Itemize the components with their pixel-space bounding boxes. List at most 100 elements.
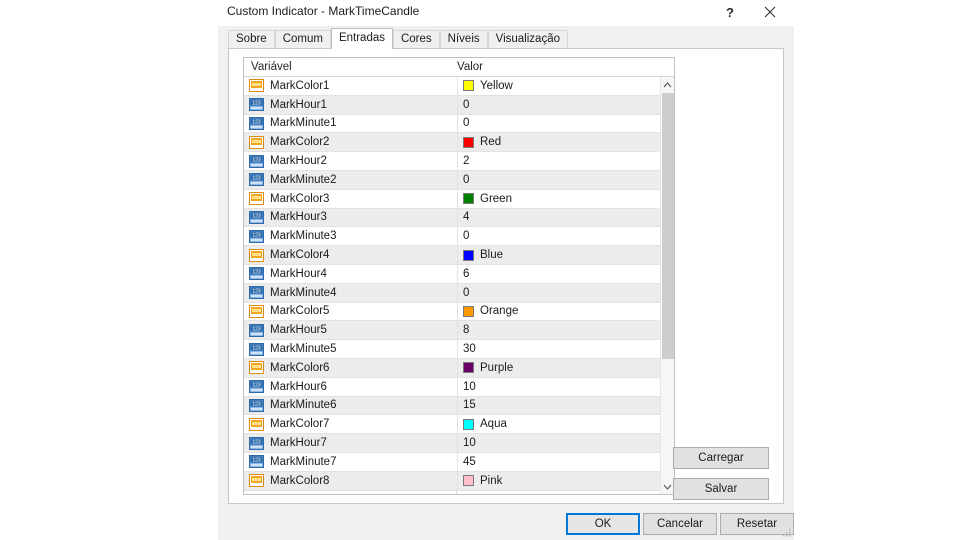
row-variable-label: MarkColor2: [270, 136, 330, 149]
table-row[interactable]: 123 MarkHour5 8: [244, 321, 660, 341]
row-value-cell[interactable]: Pink: [457, 471, 660, 490]
color-swatch-icon: [249, 474, 264, 488]
row-variable-cell: 123 MarkHour1: [244, 96, 456, 114]
table-row[interactable]: 123 MarkHour2 2: [244, 152, 660, 171]
table-row[interactable]: 123 MarkMinute7 45: [244, 452, 660, 472]
table-row[interactable]: 123 MarkHour6 10: [244, 377, 660, 397]
color-swatch-icon: [249, 248, 264, 262]
scroll-up-button[interactable]: [661, 77, 674, 92]
tab-niveis[interactable]: Níveis: [439, 30, 488, 49]
row-value-cell[interactable]: 0: [457, 114, 660, 133]
chevron-up-icon: [663, 81, 672, 87]
row-value-cell[interactable]: Yellow: [457, 77, 660, 95]
table-row[interactable]: 123 MarkHour1 0: [244, 95, 660, 115]
row-value-cell[interactable]: Green: [457, 189, 660, 208]
color-swatch-icon: [249, 79, 264, 93]
number-123-icon: 123: [249, 154, 264, 168]
row-value-cell[interactable]: 45: [457, 452, 660, 471]
table-row[interactable]: MarkColor2 Red: [244, 133, 660, 153]
row-value-cell[interactable]: 10: [457, 434, 660, 452]
svg-text:123: 123: [252, 232, 261, 238]
close-icon: [764, 6, 776, 18]
row-value-text: 10: [463, 437, 476, 450]
grid-vertical-scrollbar[interactable]: [660, 77, 674, 494]
row-value-cell[interactable]: 0: [457, 170, 660, 189]
row-variable-cell: MarkColor8: [244, 472, 456, 490]
row-value-cell[interactable]: 0: [457, 227, 660, 246]
table-row[interactable]: MarkColor1 Yellow: [244, 77, 660, 96]
color-swatch-icon: [249, 79, 264, 93]
row-value-text: 8: [463, 324, 470, 337]
row-variable-cell: 123 MarkHour7: [244, 434, 456, 452]
tab-cores[interactable]: Cores: [392, 30, 440, 49]
table-row[interactable]: 123 MarkMinute3 0: [244, 227, 660, 247]
row-value-cell[interactable]: 15: [457, 396, 660, 415]
row-variable-cell: 123 MarkMinute6: [244, 397, 456, 415]
tab-visualizacao[interactable]: Visualização: [487, 30, 568, 49]
table-row[interactable]: MarkColor7 Aqua: [244, 415, 660, 435]
table-row[interactable]: 123 MarkMinute4 0: [244, 283, 660, 303]
row-value-cell[interactable]: Purple: [457, 358, 660, 377]
svg-text:123: 123: [252, 345, 261, 351]
number-123-icon: 123: [249, 267, 264, 281]
row-variable-label: MarkColor5: [270, 305, 330, 318]
tab-comum[interactable]: Comum: [274, 30, 331, 49]
row-value-cell[interactable]: 8: [457, 321, 660, 340]
table-row[interactable]: 123 MarkMinute2 0: [244, 170, 660, 190]
help-button[interactable]: ?: [712, 0, 748, 24]
color-swatch-icon: [249, 135, 264, 149]
row-variable-cell: MarkColor6: [244, 359, 456, 377]
row-value-cell[interactable]: Blue: [457, 246, 660, 264]
number-123-icon: 123: [249, 323, 264, 337]
table-row[interactable]: MarkColor4 Blue: [244, 246, 660, 265]
table-row[interactable]: MarkColor8 Pink: [244, 471, 660, 491]
row-value-cell[interactable]: 10: [457, 377, 660, 396]
number-123-icon: 123: [249, 229, 264, 243]
color-swatch: [463, 136, 474, 148]
row-value-cell[interactable]: 30: [457, 340, 660, 358]
row-variable-cell: MarkColor7: [244, 415, 456, 433]
resize-grip-icon[interactable]: [782, 528, 792, 538]
row-value-text: 6: [463, 267, 470, 280]
table-row[interactable]: 123 MarkHour3 4: [244, 208, 660, 228]
table-row[interactable]: MarkColor5 Orange: [244, 302, 660, 322]
number-123-icon: 123: [249, 436, 264, 450]
color-swatch-icon: [249, 304, 264, 318]
table-row[interactable]: MarkColor6 Purple: [244, 358, 660, 378]
table-row[interactable]: 123 MarkMinute6 15: [244, 396, 660, 416]
table-row[interactable]: MarkColor3 Green: [244, 189, 660, 209]
svg-text:123: 123: [252, 120, 261, 126]
row-variable-cell: 123 MarkMinute1: [244, 115, 456, 133]
row-variable-label: MarkColor3: [270, 192, 330, 205]
ok-button[interactable]: OK: [566, 513, 640, 535]
row-variable-label: MarkColor6: [270, 361, 330, 374]
table-row[interactable]: 123 MarkHour4 6: [244, 264, 660, 284]
cancel-button[interactable]: Cancelar: [643, 513, 717, 535]
row-variable-label: MarkHour5: [270, 324, 327, 337]
row-value-cell[interactable]: 0: [457, 283, 660, 302]
row-value-cell[interactable]: 2: [457, 152, 660, 170]
row-value-cell[interactable]: Red: [457, 133, 660, 152]
row-variable-label: MarkMinute5: [270, 343, 337, 356]
row-value-cell[interactable]: 4: [457, 208, 660, 227]
row-value-cell[interactable]: Orange: [457, 302, 660, 321]
load-button[interactable]: Carregar: [673, 447, 769, 469]
row-value-cell[interactable]: 6: [457, 264, 660, 283]
tab-entradas[interactable]: Entradas: [330, 28, 393, 49]
number-123-icon: 123: [249, 98, 264, 112]
close-button[interactable]: [752, 0, 788, 24]
tab-strip: Sobre Comum Entradas Cores Níveis Visual…: [228, 28, 784, 49]
table-row[interactable]: 123 MarkMinute5 30: [244, 340, 660, 359]
scrollbar-thumb[interactable]: [662, 93, 674, 359]
row-value-cell[interactable]: 0: [457, 95, 660, 114]
tab-sobre[interactable]: Sobre: [228, 30, 275, 49]
color-swatch-icon: [249, 304, 264, 318]
row-value-cell[interactable]: Aqua: [457, 415, 660, 434]
save-button[interactable]: Salvar: [673, 478, 769, 500]
table-row[interactable]: 123 MarkHour7 10: [244, 434, 660, 453]
row-variable-label: MarkColor1: [270, 79, 330, 92]
number-123-icon: 123: [249, 116, 264, 130]
row-value-text: 30: [463, 343, 476, 356]
number-123-icon: 123: [249, 380, 264, 394]
table-row[interactable]: 123 MarkMinute1 0: [244, 114, 660, 134]
